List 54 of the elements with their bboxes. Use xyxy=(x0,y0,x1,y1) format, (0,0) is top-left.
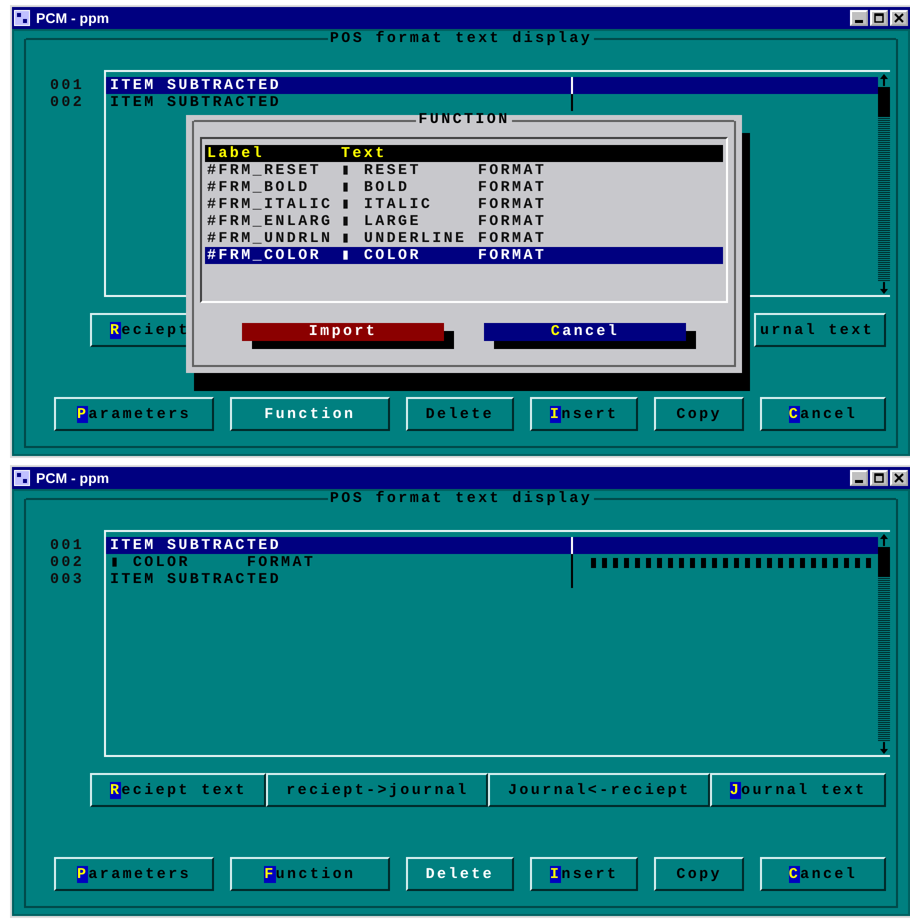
dialog-button[interactable]: Cancel xyxy=(484,323,686,341)
line-number: 002 xyxy=(50,554,86,571)
maximize-button[interactable] xyxy=(870,470,888,486)
action-button[interactable]: Delete xyxy=(406,397,514,431)
function-row[interactable]: #FRM_COLOR ▮ COLOR FORMAT xyxy=(205,247,723,264)
minimize-button[interactable] xyxy=(850,470,868,486)
line-number: 001 xyxy=(50,537,86,554)
close-icon xyxy=(894,473,904,483)
line-number: 003 xyxy=(50,571,86,588)
function-row[interactable]: #FRM_UNDRLN ▮ UNDERLINE FORMAT xyxy=(205,230,723,247)
action-button[interactable]: Function xyxy=(230,397,390,431)
action-button[interactable]: Copy xyxy=(654,857,744,891)
column-header: Text xyxy=(340,145,388,162)
scroll-down-icon[interactable] xyxy=(879,741,889,755)
frame-title: POS format text display xyxy=(328,490,594,508)
list-row[interactable]: ITEM SUBTRACTED xyxy=(106,77,878,94)
line-number: 001 xyxy=(50,77,86,94)
frame-title: POS format text display xyxy=(328,30,594,48)
maximize-icon xyxy=(874,13,884,23)
scroll-up-icon[interactable] xyxy=(879,73,889,87)
function-row[interactable]: #FRM_ITALIC ▮ ITALIC FORMAT xyxy=(205,196,723,213)
window-title: PCM - ppm xyxy=(36,470,110,486)
scroll-up-icon[interactable] xyxy=(879,533,889,547)
list-row[interactable]: ITEM SUBTRACTED xyxy=(106,537,878,554)
scroll-thumb[interactable] xyxy=(878,547,890,577)
action-button[interactable]: Copy xyxy=(654,397,744,431)
line-number: 002 xyxy=(50,94,86,111)
close-button[interactable] xyxy=(890,470,908,486)
close-button[interactable] xyxy=(890,10,908,26)
action-button[interactable]: Parameters xyxy=(54,857,214,891)
action-button[interactable]: Cancel xyxy=(760,397,886,431)
list-row[interactable]: ▮ COLOR FORMAT xyxy=(106,554,878,571)
minimize-icon xyxy=(855,20,863,22)
minimize-icon xyxy=(855,480,863,482)
dialog-button[interactable]: Import xyxy=(242,323,444,341)
function-row[interactable]: #FRM_BOLD ▮ BOLD FORMAT xyxy=(205,179,723,196)
column-header: Label xyxy=(206,145,266,162)
function-row[interactable]: #FRM_ENLARG ▮ LARGE FORMAT xyxy=(205,213,723,230)
dialog-title: FUNCTION xyxy=(417,111,511,129)
scroll-down-icon[interactable] xyxy=(879,281,889,295)
maximize-icon xyxy=(874,473,884,483)
action-button[interactable]: Parameters xyxy=(54,397,214,431)
action-button[interactable]: urnal text xyxy=(754,313,886,347)
action-button[interactable]: Delete xyxy=(406,857,514,891)
function-row[interactable]: #FRM_RESET ▮ RESET FORMAT xyxy=(205,162,723,179)
action-button[interactable]: Reciept text xyxy=(90,773,266,807)
action-button[interactable]: Cancel xyxy=(760,857,886,891)
maximize-button[interactable] xyxy=(870,10,888,26)
minimize-button[interactable] xyxy=(850,10,868,26)
action-button[interactable]: Journal<-reciept xyxy=(488,773,710,807)
close-icon xyxy=(894,13,904,23)
scroll-thumb[interactable] xyxy=(878,87,890,117)
action-button[interactable]: reciept->journal xyxy=(266,773,488,807)
window-title: PCM - ppm xyxy=(36,10,110,26)
